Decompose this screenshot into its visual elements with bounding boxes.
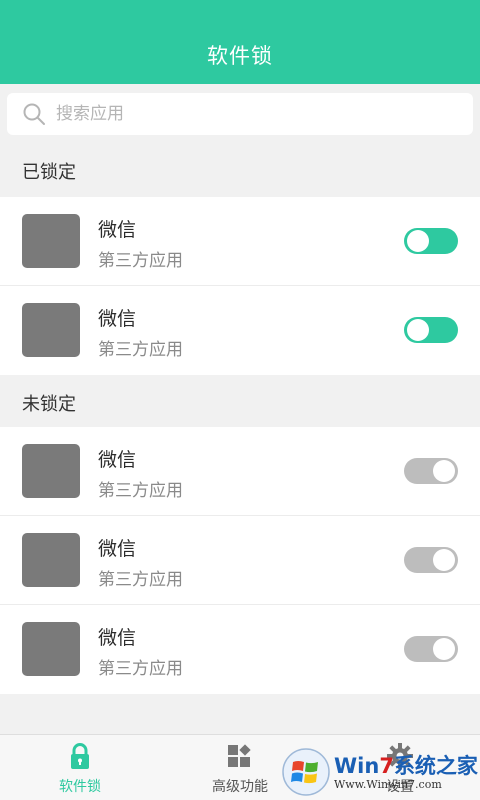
list-item: 微信 第三方应用 xyxy=(0,427,480,516)
toggle-knob xyxy=(407,319,429,341)
lock-icon xyxy=(71,743,89,769)
bottom-nav: 软件锁 高级功能 设置 xyxy=(0,734,480,800)
app-name: 微信 xyxy=(98,627,137,649)
app-root: 软件锁 已锁定 微信 第三方应用 微信 第三方应用 未锁定 xyxy=(0,0,480,800)
list-item: 微信 第三方应用 xyxy=(0,197,480,286)
list-item: 微信 第三方应用 xyxy=(0,605,480,694)
nav-label: 软件锁 xyxy=(59,779,101,795)
lock-toggle[interactable] xyxy=(404,547,458,573)
search-icon xyxy=(23,103,45,125)
app-icon xyxy=(22,214,80,268)
app-description: 第三方应用 xyxy=(98,659,183,679)
nav-label: 设置 xyxy=(386,779,414,795)
app-description: 第三方应用 xyxy=(98,481,183,501)
app-icon xyxy=(22,533,80,587)
section-header-unlocked: 未锁定 xyxy=(0,376,480,429)
search-input[interactable] xyxy=(56,104,436,124)
list-item: 微信 第三方应用 xyxy=(0,516,480,605)
lock-toggle[interactable] xyxy=(404,317,458,343)
lock-toggle[interactable] xyxy=(404,458,458,484)
locked-app-list: 微信 第三方应用 微信 第三方应用 xyxy=(0,197,480,375)
app-name: 微信 xyxy=(98,219,137,241)
nav-tab-advanced[interactable]: 高级功能 xyxy=(160,735,320,800)
toggle-knob xyxy=(407,230,429,252)
app-icon xyxy=(22,622,80,676)
app-name: 微信 xyxy=(98,308,137,330)
grid-icon xyxy=(228,744,251,767)
app-description: 第三方应用 xyxy=(98,340,183,360)
lock-toggle[interactable] xyxy=(404,636,458,662)
lock-toggle[interactable] xyxy=(404,228,458,254)
app-description: 第三方应用 xyxy=(98,251,183,271)
gear-icon xyxy=(387,743,413,769)
unlocked-app-list: 微信 第三方应用 微信 第三方应用 微信 第三方应用 xyxy=(0,427,480,694)
toggle-knob xyxy=(433,549,455,571)
nav-label: 高级功能 xyxy=(212,779,268,795)
page-title: 软件锁 xyxy=(207,44,273,68)
section-header-locked: 已锁定 xyxy=(0,144,480,197)
toggle-knob xyxy=(433,638,455,660)
nav-tab-settings[interactable]: 设置 xyxy=(320,735,480,800)
search-bar xyxy=(0,84,480,144)
header-bar: 软件锁 xyxy=(0,0,480,84)
app-description: 第三方应用 xyxy=(98,570,183,590)
app-icon xyxy=(22,444,80,498)
nav-tab-software-lock[interactable]: 软件锁 xyxy=(0,735,160,800)
app-icon xyxy=(22,303,80,357)
app-name: 微信 xyxy=(98,538,137,560)
toggle-knob xyxy=(433,460,455,482)
app-name: 微信 xyxy=(98,449,137,471)
list-item: 微信 第三方应用 xyxy=(0,286,480,375)
search-box[interactable] xyxy=(7,93,473,135)
